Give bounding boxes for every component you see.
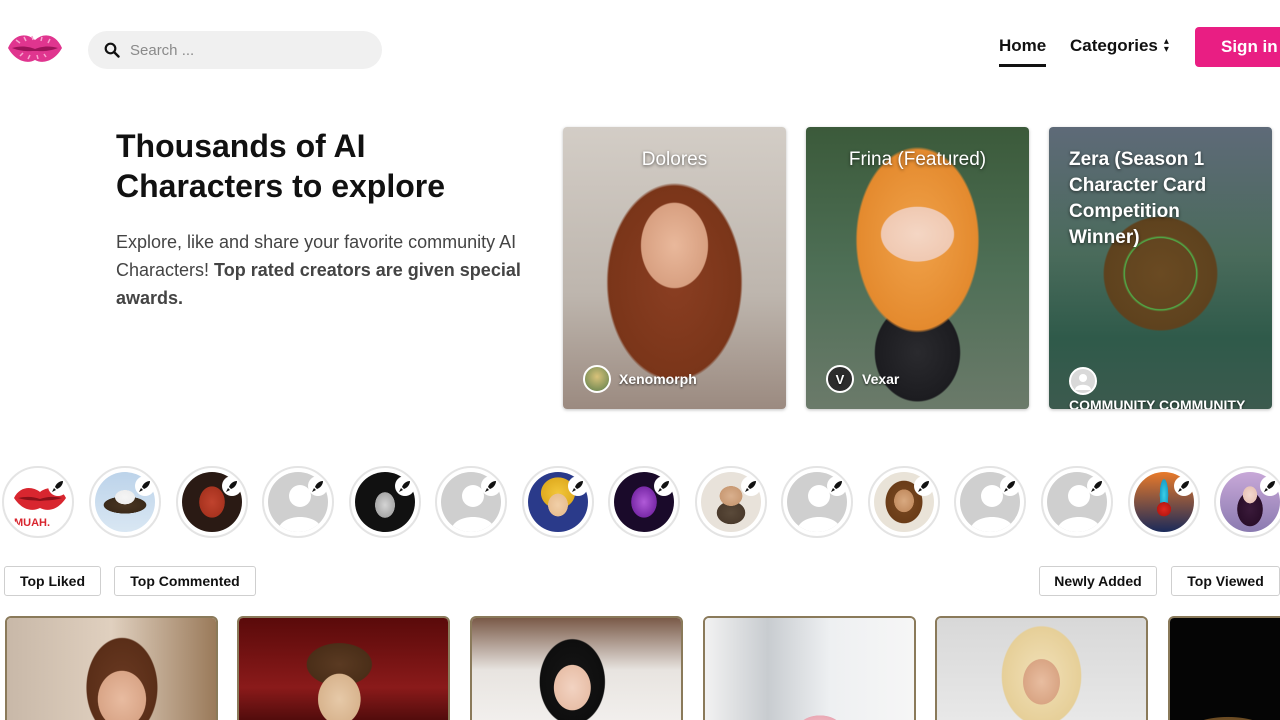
nav-categories-dropdown[interactable]: Categories ▴ ▾ xyxy=(1070,36,1169,56)
creator-avatar-bearded-man[interactable] xyxy=(695,466,767,538)
creator-avatar-default[interactable] xyxy=(262,466,334,538)
rocket-icon xyxy=(827,476,847,496)
top-liked-button[interactable]: Top Liked xyxy=(4,566,101,596)
creator-avatar-default[interactable] xyxy=(954,466,1026,538)
featured-creator[interactable]: Xenomorph xyxy=(583,365,697,393)
featured-creator[interactable]: COMMUNITY COMMUNITY xyxy=(1069,367,1245,409)
creator-avatar-anime-girl[interactable] xyxy=(1214,466,1280,538)
creator-avatar-neon-heart[interactable] xyxy=(1128,466,1200,538)
creator-avatar-frankenstein[interactable] xyxy=(349,466,421,538)
sort-caret-icon: ▴ ▾ xyxy=(1163,36,1169,55)
character-image xyxy=(472,618,681,720)
creator-avatar xyxy=(583,365,611,393)
top-header: Home Categories ▴▾ Sign in xyxy=(0,0,1280,96)
character-card[interactable] xyxy=(1168,616,1280,720)
rocket-icon xyxy=(654,476,674,496)
creator-avatar-eagle[interactable] xyxy=(89,466,161,538)
rocket-icon xyxy=(1000,476,1020,496)
rocket-icon xyxy=(1087,476,1107,496)
rocket-icon xyxy=(741,476,761,496)
top-creators-row: MUAH. xyxy=(0,466,1280,540)
search-bar[interactable] xyxy=(88,31,382,69)
rocket-icon xyxy=(1174,476,1194,496)
character-card[interactable] xyxy=(935,616,1148,720)
character-card[interactable] xyxy=(5,616,218,720)
rocket-icon xyxy=(395,476,415,496)
hero-title: Thousands of AI Characters to explore xyxy=(116,128,446,204)
creator-avatar-default[interactable] xyxy=(435,466,507,538)
featured-title: Zera (Season 1 Character Card Competitio… xyxy=(1069,149,1207,248)
user-silhouette-icon xyxy=(1075,374,1091,390)
creator-avatar xyxy=(1069,367,1097,395)
character-card[interactable] xyxy=(470,616,683,720)
top-commented-button[interactable]: Top Commented xyxy=(114,566,256,596)
nav-home-link[interactable]: Home xyxy=(999,36,1047,67)
rocket-icon xyxy=(481,476,501,496)
featured-card-frina[interactable]: Frina (Featured) V Vexar xyxy=(806,127,1029,409)
creator-avatar-default[interactable] xyxy=(781,466,853,538)
character-image xyxy=(937,618,1146,720)
creator-avatar-purple-alien[interactable] xyxy=(608,466,680,538)
featured-title: Dolores xyxy=(641,149,708,170)
nav-categories-label: Categories xyxy=(1070,36,1158,55)
top-viewed-button[interactable]: Top Viewed xyxy=(1171,566,1280,596)
character-image xyxy=(239,618,448,720)
rocket-icon xyxy=(135,476,155,496)
search-input[interactable] xyxy=(130,41,360,59)
svg-text:MUAH.: MUAH. xyxy=(14,517,50,529)
character-image xyxy=(1170,618,1280,720)
featured-card-zera[interactable]: Zera (Season 1 Character Card Competitio… xyxy=(1049,127,1272,409)
sign-in-button[interactable]: Sign in xyxy=(1195,27,1280,67)
featured-creator[interactable]: V Vexar xyxy=(826,365,899,393)
rocket-icon xyxy=(914,476,934,496)
creator-avatar: V xyxy=(826,365,854,393)
featured-title: Frina (Featured) xyxy=(848,149,987,170)
newly-added-button[interactable]: Newly Added xyxy=(1039,566,1157,596)
rocket-icon xyxy=(222,476,242,496)
creator-name: COMMUNITY COMMUNITY xyxy=(1069,397,1246,409)
creator-name: Xenomorph xyxy=(619,371,697,387)
character-card[interactable] xyxy=(237,616,450,720)
creator-avatar-devil[interactable] xyxy=(176,466,248,538)
creator-avatar-default[interactable] xyxy=(1041,466,1113,538)
lips-logo-icon[interactable] xyxy=(6,28,64,68)
rocket-icon xyxy=(48,476,68,496)
rocket-icon xyxy=(1260,476,1280,496)
character-image xyxy=(705,618,914,720)
character-card[interactable] xyxy=(703,616,916,720)
creator-name: Vexar xyxy=(862,371,900,387)
rocket-icon xyxy=(308,476,328,496)
creator-avatar-muah[interactable]: MUAH. xyxy=(2,466,74,538)
search-icon xyxy=(104,42,120,58)
rocket-icon xyxy=(568,476,588,496)
featured-card-dolores[interactable]: Dolores Xenomorph xyxy=(563,127,786,409)
hero-description: Explore, like and share your favorite co… xyxy=(116,228,526,312)
creator-avatar-long-hair-man[interactable] xyxy=(868,466,940,538)
character-image xyxy=(7,618,216,720)
creator-avatar-anime-hero[interactable] xyxy=(522,466,594,538)
